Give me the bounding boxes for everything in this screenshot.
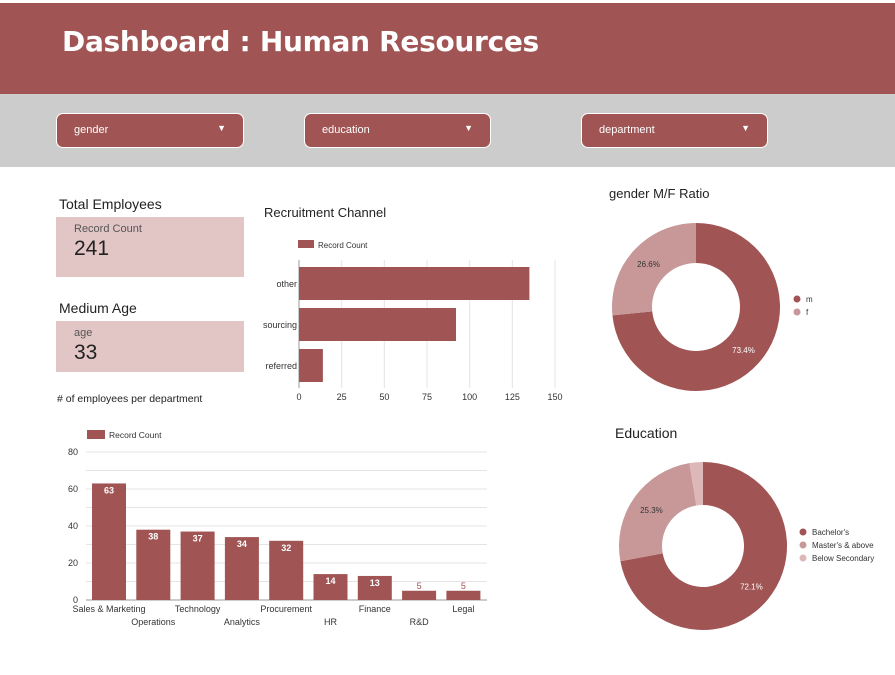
- gender-ratio-chart: 73.4% 26.6% mf: [612, 223, 813, 391]
- department-filter-dropdown[interactable]: department ▼: [581, 113, 768, 148]
- legend-swatch: [87, 430, 105, 439]
- medium-age-scorecard: age 33: [56, 321, 244, 372]
- department-chart-title: # of employees per department: [57, 393, 203, 405]
- legend-dot: [799, 554, 807, 562]
- data-label: 5: [417, 581, 422, 591]
- education-filter-label: education: [322, 124, 370, 136]
- category-label: Legal: [452, 604, 474, 614]
- slice-label: 72.1%: [740, 582, 763, 591]
- category-label: Finance: [359, 604, 391, 614]
- legend-label: Record Count: [318, 241, 368, 250]
- donut-slice: [612, 223, 696, 316]
- slice-label: 26.6%: [637, 260, 660, 269]
- medium-age-label: age: [74, 327, 93, 339]
- legend-swatch: [298, 240, 314, 248]
- total-employees-label: Record Count: [74, 223, 142, 235]
- category-label: HR: [324, 617, 337, 627]
- filter-bar: gender ▼ education ▼ department ▼: [0, 94, 895, 167]
- legend-label: Bachelor's: [812, 528, 849, 537]
- legend-label: f: [806, 308, 809, 317]
- recruitment-chart-title: Recruitment Channel: [264, 205, 387, 220]
- department-chart: Record Count02040608063Sales & Marketing…: [68, 430, 487, 627]
- data-label: 63: [104, 485, 114, 495]
- category-label: referred: [265, 361, 297, 371]
- legend-dot: [799, 541, 807, 549]
- data-label: 34: [237, 539, 247, 549]
- bar: [92, 483, 126, 600]
- category-label: other: [276, 279, 297, 289]
- legend-dot: [793, 308, 801, 316]
- dropdown-arrow-icon: ▼: [217, 123, 226, 133]
- legend-label: Master's & above: [812, 541, 874, 550]
- x-tick-label: 0: [296, 392, 301, 402]
- gender-chart-title: gender M/F Ratio: [609, 186, 710, 201]
- education-chart: 72.1% 25.3% Bachelor's Master's & above Belo…: [619, 462, 874, 630]
- data-label: 14: [325, 576, 335, 586]
- department-filter-label: department: [599, 124, 655, 136]
- data-label: 32: [281, 543, 291, 553]
- bar: [299, 267, 530, 300]
- x-tick-label: 25: [337, 392, 347, 402]
- data-label: 38: [148, 532, 158, 542]
- legend-label: Below Secondary: [812, 554, 874, 563]
- medium-age-value: 33: [74, 341, 98, 364]
- total-employees-value: 241: [74, 237, 110, 260]
- x-tick-label: 75: [422, 392, 432, 402]
- category-label: sourcing: [263, 320, 297, 330]
- education-chart-title: Education: [615, 425, 678, 441]
- gender-filter-label: gender: [74, 124, 109, 136]
- category-label: Sales & Marketing: [72, 604, 145, 614]
- y-tick-label: 40: [68, 521, 78, 531]
- category-label: Procurement: [260, 604, 312, 614]
- legend-label: Record Count: [109, 430, 162, 440]
- category-label: Operations: [131, 617, 176, 627]
- bar: [446, 590, 481, 600]
- total-employees-title: Total Employees: [59, 196, 162, 212]
- recruitment-channel-chart: Record Count 0 25 50 75 100 125 150 other sourcin…: [263, 240, 563, 402]
- bar: [402, 590, 437, 600]
- slice-label: 73.4%: [732, 346, 755, 355]
- legend-dot: [793, 295, 801, 303]
- y-tick-label: 60: [68, 484, 78, 494]
- medium-age-title: Medium Age: [59, 300, 137, 316]
- category-label: Analytics: [224, 617, 261, 627]
- legend-label: m: [806, 295, 813, 304]
- x-tick-label: 100: [462, 392, 477, 402]
- category-label: R&D: [410, 617, 430, 627]
- header-bar: Dashboard : Human Resources: [0, 3, 895, 94]
- x-tick-label: 50: [379, 392, 389, 402]
- y-tick-label: 80: [68, 447, 78, 457]
- dropdown-arrow-icon: ▼: [464, 123, 473, 133]
- x-tick-label: 150: [547, 392, 562, 402]
- legend-dot: [799, 528, 807, 536]
- slice-label: 25.3%: [640, 506, 663, 515]
- x-tick-label: 125: [505, 392, 520, 402]
- data-label: 37: [193, 534, 203, 544]
- data-label: 13: [370, 578, 380, 588]
- category-label: Technology: [175, 604, 221, 614]
- data-label: 5: [461, 581, 466, 591]
- gender-filter-dropdown[interactable]: gender ▼: [56, 113, 244, 148]
- bar: [299, 349, 323, 382]
- bar: [299, 308, 457, 341]
- page-title: Dashboard : Human Resources: [62, 25, 539, 58]
- dropdown-arrow-icon: ▼: [741, 123, 750, 133]
- total-employees-scorecard: Record Count 241: [56, 217, 244, 277]
- y-tick-label: 20: [68, 558, 78, 568]
- education-filter-dropdown[interactable]: education ▼: [304, 113, 491, 148]
